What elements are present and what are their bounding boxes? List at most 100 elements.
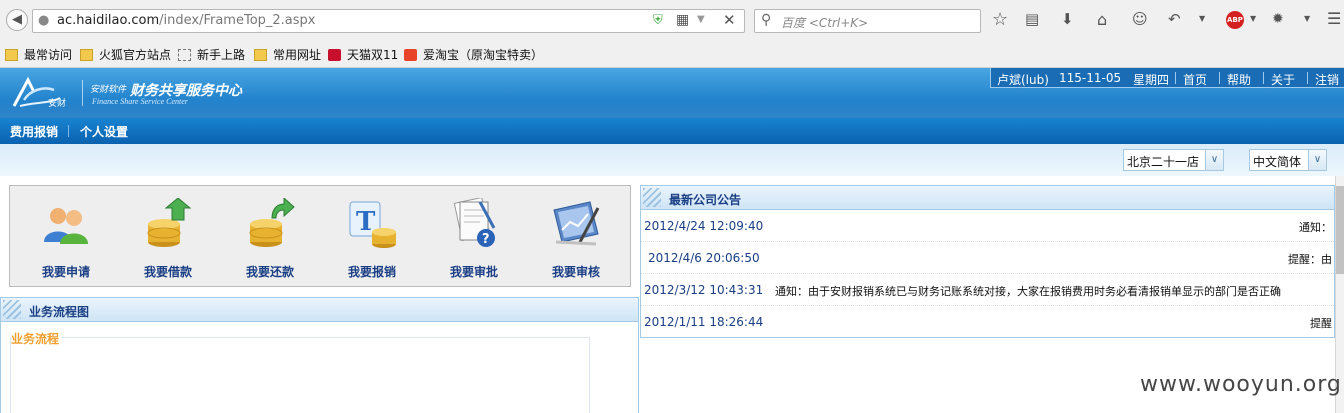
download-icon[interactable]: ⬇: [1061, 12, 1074, 27]
menu-divider: [68, 125, 69, 137]
stripe-decoration: [643, 188, 661, 207]
repay-button[interactable]: 我要还款: [230, 196, 310, 280]
chevron-down-icon[interactable]: ∨: [1205, 150, 1223, 170]
notice-text[interactable]: 通知：由于安财报销系统已与财务记账系统对接，大家在报销费用时务必看清报销单显示的…: [775, 283, 1281, 299]
reimburse-button[interactable]: T 我要报销: [332, 198, 412, 280]
logo-divider: [82, 80, 83, 106]
home-icon[interactable]: ⌂: [1097, 12, 1107, 28]
bookmark-folder-icon: [254, 49, 267, 61]
notice-date[interactable]: 2012/1/11 18:26:44: [644, 315, 763, 329]
help-link[interactable]: 帮助: [1227, 71, 1251, 88]
flow-fieldset: [10, 337, 590, 413]
approve-label: 我要审批: [449, 265, 498, 279]
main-menu: 费用报销 个人设置: [0, 118, 1344, 144]
store-select[interactable]: 北京二十一店 ∨: [1123, 149, 1224, 171]
current-weekday: 星期四: [1133, 73, 1170, 87]
coins-text-icon: T: [349, 201, 396, 248]
bookmark-label: 天猫双11: [347, 48, 399, 62]
logout-link[interactable]: 注销: [1315, 71, 1339, 88]
borrow-button[interactable]: 我要借款: [128, 197, 208, 280]
coins-arrow-up-icon: [147, 197, 192, 247]
bookmark-getting-started[interactable]: 新手上路: [178, 46, 245, 63]
chevron-down-icon[interactable]: ∨: [1308, 150, 1326, 170]
divider: [1175, 72, 1176, 84]
adblock-icon[interactable]: ABP: [1226, 11, 1244, 29]
close-icon[interactable]: ✕: [723, 13, 736, 28]
taobao-icon: [404, 49, 417, 61]
shield-icon[interactable]: ⛨: [653, 14, 663, 27]
notice-list: 2012/4/24 12:09:40 通知： 2012/4/6 20:06:50…: [640, 210, 1335, 338]
flow-panel-header: 业务流程图: [0, 297, 639, 322]
notice-date[interactable]: 2012/4/24 12:09:40: [644, 219, 763, 233]
back-button[interactable]: ◀: [6, 9, 28, 31]
search-placeholder: 百度 <Ctrl+K>: [781, 16, 869, 30]
reimburse-label: 我要报销: [347, 265, 396, 279]
tmall-icon: [328, 49, 341, 61]
bookmark-tmall[interactable]: 天猫双11: [328, 46, 398, 63]
approve-button[interactable]: ? 我要审批: [434, 196, 514, 280]
notice-row[interactable]: 2012/1/11 18:26:44 提醒: [641, 306, 1334, 337]
stripe-decoration: [3, 300, 21, 319]
bookmarks-bar: 最常访问 火狐官方站点 新手上路 常用网址 天猫双11 爱淘宝（原淘宝特卖）: [0, 41, 1344, 68]
flow-legend: 业务流程: [11, 330, 62, 347]
bookmark-common-sites[interactable]: 常用网址: [254, 46, 321, 63]
dropdown-icon[interactable]: ▼: [697, 15, 705, 25]
flow-panel-title: 业务流程图: [29, 305, 90, 319]
search-bar[interactable]: ⚲ 百度 <Ctrl+K>: [754, 9, 981, 33]
bookmark-ai-taobao[interactable]: 爱淘宝（原淘宝特卖）: [404, 46, 543, 63]
undo-icon[interactable]: ↶: [1168, 12, 1181, 27]
language-select[interactable]: 中文简体 ∨: [1249, 149, 1327, 171]
borrow-label: 我要借款: [143, 265, 192, 279]
address-bar[interactable]: ● ac.haidilao.com/index/FrameTop_2.aspx …: [32, 9, 745, 33]
star-icon[interactable]: ☆: [992, 11, 1008, 29]
notice-panel-header: 最新公司公告: [640, 185, 1335, 210]
notice-row[interactable]: 2012/4/6 20:06:50 提醒：由: [641, 242, 1334, 274]
svg-text:?: ?: [482, 232, 490, 247]
menu-personal-settings[interactable]: 个人设置: [80, 123, 128, 140]
bookmark-firefox-site[interactable]: 火狐官方站点: [80, 46, 171, 63]
reading-list-icon[interactable]: ▤: [1025, 12, 1039, 27]
logo-subtitle: 安财软件: [90, 85, 127, 95]
browser-toolbar: ◀ ● ac.haidilao.com/index/FrameTop_2.asp…: [0, 0, 1344, 41]
notice-row[interactable]: 2012/4/24 12:09:40 通知：: [641, 210, 1334, 242]
notice-text[interactable]: 提醒：由: [1288, 251, 1332, 267]
bookmark-label: 常用网址: [273, 48, 322, 62]
company-logo: 安财: [12, 76, 66, 109]
apply-button[interactable]: 我要申请: [26, 198, 106, 280]
globe-icon: ●: [38, 13, 50, 28]
scrollbar-thumb[interactable]: [1336, 186, 1344, 274]
store-select-value: 北京二十一店: [1127, 155, 1200, 169]
flow-panel-body: 业务流程: [0, 322, 639, 413]
user-name: 卢斌(lub): [997, 73, 1049, 87]
document-help-icon: ?: [453, 196, 496, 247]
sub-toolbar: 北京二十一店 ∨ 中文简体 ∨: [0, 144, 1344, 176]
url-text[interactable]: ac.haidilao.com/index/FrameTop_2.aspx: [57, 13, 316, 28]
app-header: 安财 安财软件 财务共享服务中心 Finance Share Service C…: [0, 68, 1344, 118]
notice-text[interactable]: 通知：: [1299, 219, 1332, 235]
repay-label: 我要还款: [245, 265, 294, 279]
coins-arrow-return-icon: [249, 196, 295, 247]
language-select-value: 中文简体: [1253, 155, 1302, 169]
home-link[interactable]: 首页: [1183, 71, 1207, 88]
users-icon: [44, 208, 88, 244]
logo-mark-text: 安财: [48, 97, 66, 109]
chevron-down-icon[interactable]: ▼: [1304, 15, 1310, 23]
menu-expense-reimbursement[interactable]: 费用报销: [10, 123, 58, 140]
search-icon: ⚲: [761, 12, 772, 28]
bookmark-folder-icon: [5, 49, 18, 61]
chevron-down-icon[interactable]: ▼: [1199, 15, 1205, 23]
qr-code-icon[interactable]: ▦: [676, 13, 689, 27]
notice-date[interactable]: 2012/4/6 20:06:50: [648, 251, 760, 265]
notice-row[interactable]: 2012/3/12 10:43:31 通知：由于安财报销系统已与财务记账系统对接…: [641, 274, 1334, 306]
audit-button[interactable]: 我要审核: [536, 198, 616, 280]
bookmark-label: 火狐官方站点: [99, 48, 172, 62]
bug-icon[interactable]: ✹: [1272, 12, 1284, 26]
bookmark-most-visited[interactable]: 最常访问: [5, 46, 72, 63]
menu-icon[interactable]: ☰: [1327, 11, 1341, 27]
notice-date[interactable]: 2012/3/12 10:43:31: [644, 283, 763, 297]
about-link[interactable]: 关于: [1271, 71, 1295, 88]
bookmark-page-icon: [178, 49, 191, 61]
emoji-icon[interactable]: ☺: [1132, 12, 1148, 27]
chevron-down-icon[interactable]: ▼: [1250, 15, 1256, 23]
notice-text[interactable]: 提醒: [1310, 315, 1332, 331]
